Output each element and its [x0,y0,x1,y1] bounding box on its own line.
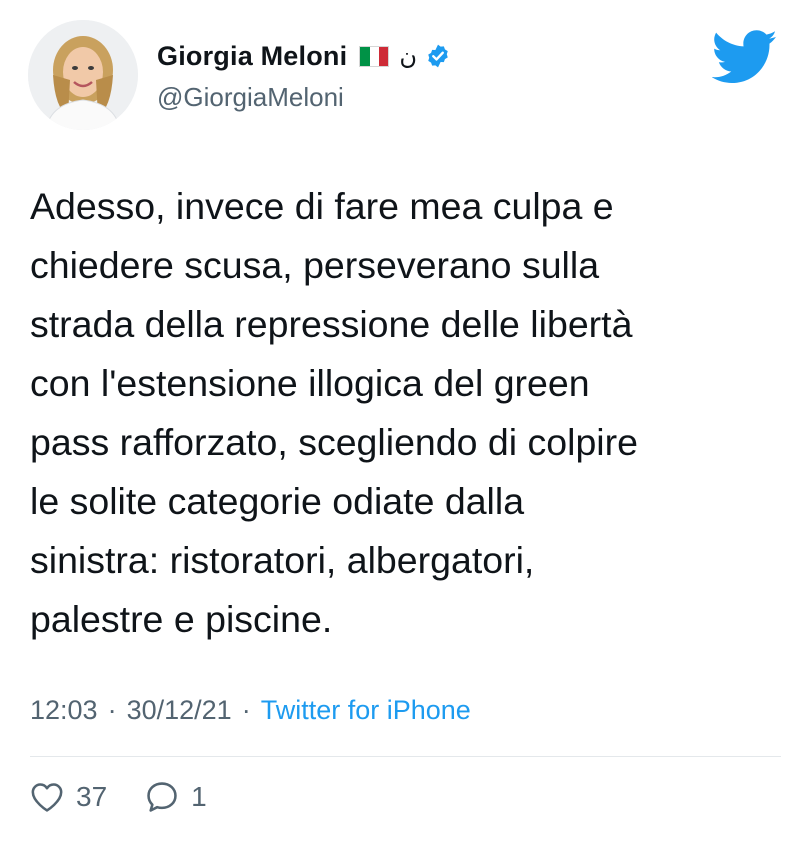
meta-separator: · [241,695,251,725]
reply-count: 1 [191,781,207,812]
verified-badge-icon [425,43,451,69]
twitter-bird-icon [711,30,778,89]
tweet-time[interactable]: 12:03 [30,695,98,726]
avatar-image [28,20,138,130]
divider [30,756,781,757]
tweet-actions: 37 1 [30,780,231,814]
italy-flag-icon [359,45,390,67]
tweet-card: Giorgia Meloni ن @GiorgiaMeloni Adesso, … [0,0,811,846]
tweet-meta: 12:03 · 30/12/21 · Twitter for iPhone [30,695,471,726]
tweet-text: Adesso, invece di fare mea culpa e chied… [30,185,638,640]
tweet-source-link[interactable]: Twitter for iPhone [261,695,471,726]
meta-separator: · [107,695,117,725]
name-row: Giorgia Meloni ن [157,38,451,74]
like-count: 37 [76,781,108,812]
like-button[interactable]: 37 [30,781,107,813]
avatar[interactable] [28,20,138,130]
display-name[interactable]: Giorgia Meloni [157,41,347,72]
heart-icon [31,783,63,812]
reply-bubble-icon [147,782,177,812]
name-glyph: ن [399,42,417,70]
tweet-date[interactable]: 30/12/21 [127,695,232,726]
user-handle[interactable]: @GiorgiaMeloni [157,82,344,113]
reply-button[interactable]: 1 [145,780,207,814]
